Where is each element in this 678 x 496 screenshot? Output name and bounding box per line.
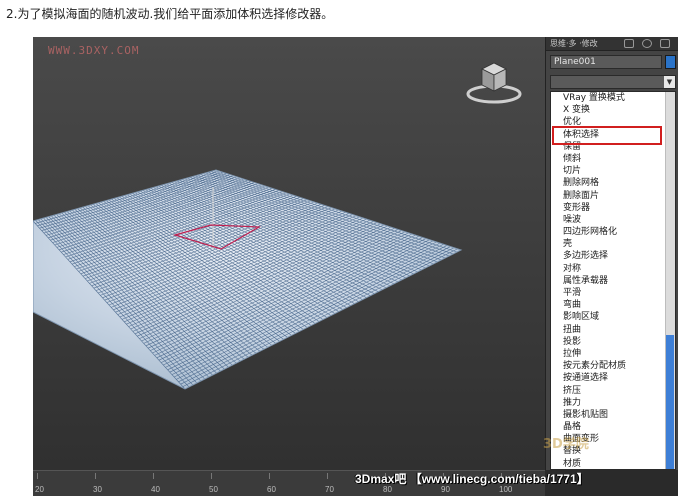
modifier-list-item[interactable]: 壳 bbox=[551, 238, 675, 250]
modifier-list-item[interactable]: 投影 bbox=[551, 336, 675, 348]
modifier-list-item[interactable]: 按通道选择 bbox=[551, 372, 675, 384]
timeline-tick-mark bbox=[153, 473, 154, 479]
modifier-list-item[interactable]: 摄影机贴图 bbox=[551, 409, 675, 421]
modifier-list-dropdown[interactable]: ▼ bbox=[550, 75, 676, 89]
modifier-list-item[interactable]: 拉伸 bbox=[551, 348, 675, 360]
forum-credit: 3Dmax吧 【www.linecg.com/tieba/1771】 bbox=[355, 472, 589, 486]
modifier-list-item[interactable]: 推力 bbox=[551, 397, 675, 409]
modifier-list-item[interactable]: 扭曲 bbox=[551, 324, 675, 336]
modifier-list-item[interactable]: 挤压 bbox=[551, 385, 675, 397]
modifier-list-item[interactable]: 体积选择 bbox=[551, 129, 675, 141]
object-name-field[interactable]: Plane001 bbox=[550, 55, 662, 69]
timeline-tick-mark bbox=[327, 473, 328, 479]
modifier-list-item[interactable]: 四边形网格化 bbox=[551, 226, 675, 238]
perspective-viewport[interactable]: WWW.3DXY.COM bbox=[33, 37, 545, 470]
command-panel: 思维·多 ·修改 Plane001 ▼ VRay 置换模式 X 变换 优化 体积选择保… bbox=[545, 37, 678, 470]
modifier-list-item[interactable]: 弯曲 bbox=[551, 299, 675, 311]
modifier-list-item[interactable]: VRay 置换模式 bbox=[551, 92, 675, 104]
modifier-list-item[interactable]: 对称 bbox=[551, 263, 675, 275]
modifier-list-item[interactable]: 删除网格 bbox=[551, 177, 675, 189]
timeline-tick-label: 50 bbox=[209, 485, 218, 494]
modifier-list-item[interactable]: 删除面片 bbox=[551, 190, 675, 202]
panel-tab-bar[interactable]: 思维·多 ·修改 bbox=[546, 37, 678, 51]
scrollbar-thumb[interactable] bbox=[666, 335, 674, 469]
modifier-list-item[interactable]: 倾斜 bbox=[551, 153, 675, 165]
modifier-list-item[interactable]: 晶格 bbox=[551, 421, 675, 433]
timeline-tick-label: 70 bbox=[325, 485, 334, 494]
modifier-list-item[interactable]: 变形器 bbox=[551, 202, 675, 214]
modifier-list-item[interactable]: X 变换 bbox=[551, 104, 675, 116]
modifier-list-item[interactable]: 平滑 bbox=[551, 287, 675, 299]
tools-tab-icon[interactable] bbox=[660, 39, 670, 48]
viewcube-icon[interactable] bbox=[465, 55, 523, 105]
display-tab-icon[interactable] bbox=[624, 39, 634, 48]
timeline-tick-mark bbox=[269, 473, 270, 479]
modifier-list-item[interactable]: 优化 bbox=[551, 116, 675, 128]
modifier-list-item[interactable]: 多边形选择 bbox=[551, 250, 675, 262]
modifier-list[interactable]: VRay 置换模式 X 变换 优化 体积选择 保留 倾斜 切片 删除网格 删除面片 变形器 噪波 四边… bbox=[550, 91, 676, 470]
modifier-list-scrollbar[interactable] bbox=[665, 92, 675, 469]
timeline-tick-mark bbox=[37, 473, 38, 479]
modifier-list-item[interactable]: 影响区域 bbox=[551, 311, 675, 323]
timeline-tick-label: 60 bbox=[267, 485, 276, 494]
site-logo-stamp: 3D学院 bbox=[543, 437, 589, 452]
timeline-tick-mark bbox=[211, 473, 212, 479]
tutorial-caption: 2.为了模拟海面的随机波动.我们给平面添加体积选择修改器。 bbox=[6, 7, 334, 21]
utilities-tab-icon[interactable] bbox=[642, 39, 652, 48]
modifier-list-item[interactable]: 属性承载器 bbox=[551, 275, 675, 287]
modifier-list-item[interactable]: 切片 bbox=[551, 165, 675, 177]
timeline-tick-label: 30 bbox=[93, 485, 102, 494]
modifier-list-item[interactable]: 材质 bbox=[551, 458, 675, 469]
3dsmax-screenshot: WWW.3DXY.COM 思维·多 ·修改 Plane001 ▼ VRay 置换… bbox=[33, 37, 678, 496]
timeline-tick-mark bbox=[95, 473, 96, 479]
timeline-tick-label: 40 bbox=[151, 485, 160, 494]
modifier-list-item[interactable]: 保留 bbox=[551, 141, 675, 153]
chevron-down-icon[interactable]: ▼ bbox=[664, 76, 675, 88]
timeline-tick-label: 20 bbox=[35, 485, 44, 494]
object-color-swatch[interactable] bbox=[665, 55, 676, 69]
modifier-list-item[interactable]: 噪波 bbox=[551, 214, 675, 226]
modifier-list-item[interactable]: 按元素分配材质 bbox=[551, 360, 675, 372]
panel-tab-label: 思维·多 ·修改 bbox=[550, 39, 598, 48]
